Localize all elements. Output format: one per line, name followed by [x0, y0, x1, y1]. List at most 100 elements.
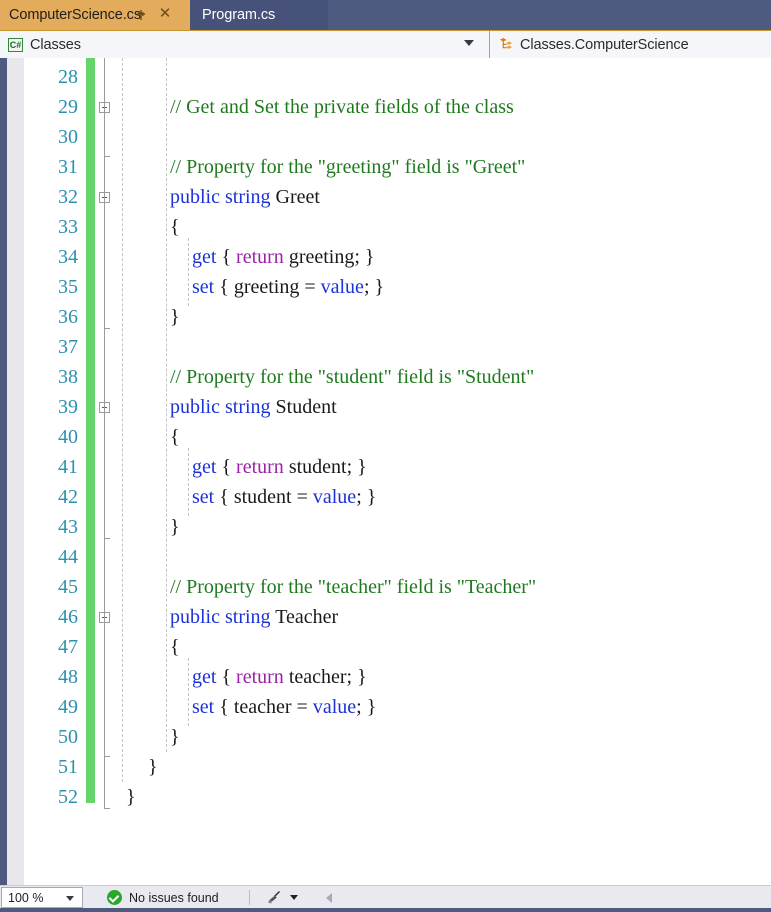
code-line[interactable]: 48 get { return teacher; }	[0, 662, 771, 692]
code-line[interactable]: 30	[0, 122, 771, 152]
line-number: 36	[58, 306, 78, 328]
code-text[interactable]: }	[170, 512, 180, 542]
status-separator	[248, 890, 250, 905]
chevron-down-icon[interactable]	[66, 896, 74, 901]
code-text[interactable]: set { student = value; }	[192, 482, 376, 512]
code-token-id: {	[216, 666, 237, 688]
code-line[interactable]: 28	[0, 62, 771, 92]
code-text[interactable]: // Property for the "teacher" field is "…	[170, 572, 536, 602]
tab-computerscience-cs[interactable]: ComputerScience.cs ✕	[0, 0, 190, 30]
code-text[interactable]: get { return student; }	[192, 452, 367, 482]
code-text[interactable]: set { teacher = value; }	[192, 692, 376, 722]
code-line[interactable]: 38 // Property for the "student" field is…	[0, 362, 771, 392]
code-line[interactable]: 50}	[0, 722, 771, 752]
zoom-level-value: 100 %	[8, 890, 44, 905]
code-line[interactable]: 45 // Property for the "teacher" field is…	[0, 572, 771, 602]
tab-bar: ComputerScience.cs ✕ Program.cs	[0, 0, 771, 30]
code-text[interactable]: }	[126, 782, 136, 812]
line-number: 33	[58, 216, 78, 238]
code-token-kw: public string	[170, 396, 276, 418]
zoom-level-dropdown[interactable]: 100 %	[1, 887, 83, 908]
code-token-kw: set	[192, 276, 215, 298]
line-number: 37	[58, 336, 78, 358]
code-token-id: { student =	[214, 486, 313, 508]
window-bottom-edge	[0, 908, 771, 912]
code-token-id: ; }	[363, 276, 385, 298]
code-token-id: Student	[275, 396, 337, 418]
line-number: 51	[58, 756, 78, 778]
broom-icon[interactable]	[266, 890, 284, 906]
line-number: 29	[58, 96, 78, 118]
code-text[interactable]: {	[170, 632, 180, 662]
member-dropdown-label: Classes.ComputerScience	[520, 36, 689, 53]
code-token-kw: set	[192, 696, 215, 718]
code-token-kw: get	[192, 456, 217, 478]
code-token-id: Teacher	[275, 606, 339, 628]
member-dropdown[interactable]: Classes.ComputerScience	[489, 31, 771, 58]
code-line[interactable]: 41 get { return student; }	[0, 452, 771, 482]
code-text[interactable]: public string Student	[170, 392, 337, 422]
line-number: 50	[58, 726, 78, 748]
check-circle-icon	[107, 890, 122, 905]
line-number: 30	[58, 126, 78, 148]
code-text[interactable]: {	[170, 422, 180, 452]
issues-status-label: No issues found	[129, 890, 219, 905]
code-token-id: Greet	[275, 186, 320, 208]
tab-program-cs[interactable]: Program.cs	[190, 0, 328, 30]
code-line[interactable]: 39 public string Student	[0, 392, 771, 422]
code-text[interactable]: get { return greeting; }	[192, 242, 375, 272]
code-token-id: { greeting =	[214, 276, 321, 298]
code-line[interactable]: 34 get { return greeting; }	[0, 242, 771, 272]
line-number: 43	[58, 516, 78, 538]
code-text[interactable]: public string Greet	[170, 182, 320, 212]
code-token-id: { teacher =	[214, 696, 313, 718]
pin-icon[interactable]	[133, 7, 149, 23]
code-token-id: {	[170, 636, 180, 658]
code-text[interactable]: // Property for the "greeting" field is …	[170, 152, 525, 182]
code-text[interactable]: set { greeting = value; }	[192, 272, 384, 302]
line-number: 32	[58, 186, 78, 208]
code-line[interactable]: 43}	[0, 512, 771, 542]
type-dropdown[interactable]: C# Classes	[0, 31, 486, 58]
line-number: 31	[58, 156, 78, 178]
code-line[interactable]: 52}	[0, 782, 771, 812]
tab-label: ComputerScience.cs	[9, 7, 141, 23]
code-token-kw: set	[192, 486, 215, 508]
code-text[interactable]: }	[170, 302, 180, 332]
code-token-cm: // Property for the "teacher" field is "…	[170, 576, 537, 598]
code-text[interactable]: // Get and Set the private fields of the…	[170, 92, 514, 122]
code-line[interactable]: 49 set { teacher = value; }	[0, 692, 771, 722]
code-line[interactable]: 47 {	[0, 632, 771, 662]
code-text[interactable]: public string Teacher	[170, 602, 338, 632]
code-line[interactable]: 31 // Property for the "greeting" field i…	[0, 152, 771, 182]
code-text[interactable]: }	[170, 722, 180, 752]
code-line[interactable]: 51}	[0, 752, 771, 782]
chevron-down-icon[interactable]	[289, 895, 298, 900]
line-number: 46	[58, 606, 78, 628]
code-line[interactable]: 32 public string Greet	[0, 182, 771, 212]
code-text[interactable]: {	[170, 212, 180, 242]
code-token-kw: get	[192, 666, 217, 688]
code-text[interactable]: }	[148, 752, 158, 782]
line-number: 28	[58, 66, 78, 88]
code-text[interactable]: get { return teacher; }	[192, 662, 367, 692]
code-line[interactable]: 29 // Get and Set the private fields of t…	[0, 92, 771, 122]
code-text[interactable]: // Property for the "student" field is "…	[170, 362, 534, 392]
close-icon[interactable]: ✕	[157, 6, 173, 22]
code-line[interactable]: 44	[0, 542, 771, 572]
code-line[interactable]: 46 public string Teacher	[0, 602, 771, 632]
code-line[interactable]: 37	[0, 332, 771, 362]
code-line[interactable]: 42 set { student = value; }	[0, 482, 771, 512]
code-token-kw: value	[312, 486, 357, 508]
code-line[interactable]: 35 set { greeting = value; }	[0, 272, 771, 302]
code-editor[interactable]: 28 29 // Get and Set the private fields of…	[0, 58, 771, 885]
code-line[interactable]: 36}	[0, 302, 771, 332]
code-line[interactable]: 33 {	[0, 212, 771, 242]
code-line[interactable]: 40 {	[0, 422, 771, 452]
line-number: 42	[58, 486, 78, 508]
chevron-down-icon[interactable]	[464, 40, 474, 46]
code-token-id: ; }	[356, 696, 377, 718]
csharp-file-icon: C#	[8, 37, 23, 52]
chevron-left-icon[interactable]	[325, 892, 332, 903]
code-token-ctl: return	[236, 456, 284, 478]
